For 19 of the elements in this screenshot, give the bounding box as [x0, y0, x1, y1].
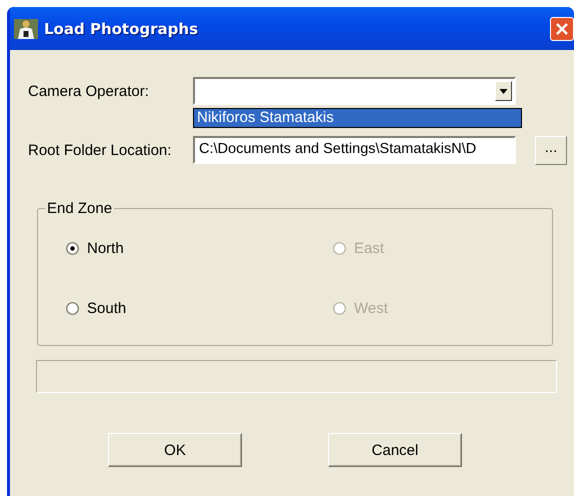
close-icon [555, 22, 569, 36]
browse-button[interactable]: ... [535, 136, 567, 164]
cancel-button[interactable]: Cancel [328, 433, 462, 467]
radio-button[interactable] [66, 302, 79, 315]
close-button[interactable] [550, 16, 574, 40]
dropdown-option[interactable]: Nikiforos Stamatakis [194, 109, 521, 127]
ok-button[interactable]: OK [108, 433, 242, 467]
player-icon [14, 18, 38, 38]
radio-label: East [354, 240, 384, 257]
caret-icon [499, 88, 508, 94]
radio-button[interactable] [66, 242, 79, 255]
field-label: Root Folder Location: [28, 142, 172, 158]
field-label: Camera Operator: [28, 82, 150, 100]
radio-label: South [87, 300, 126, 317]
radio-label: North [87, 240, 124, 257]
dropdown-button[interactable] [495, 81, 512, 101]
window-title: Load Photographs [44, 20, 199, 38]
radio-label: West [354, 300, 388, 317]
folder-field[interactable]: C:\Documents and Settings\StamatakisN\D [193, 136, 516, 164]
